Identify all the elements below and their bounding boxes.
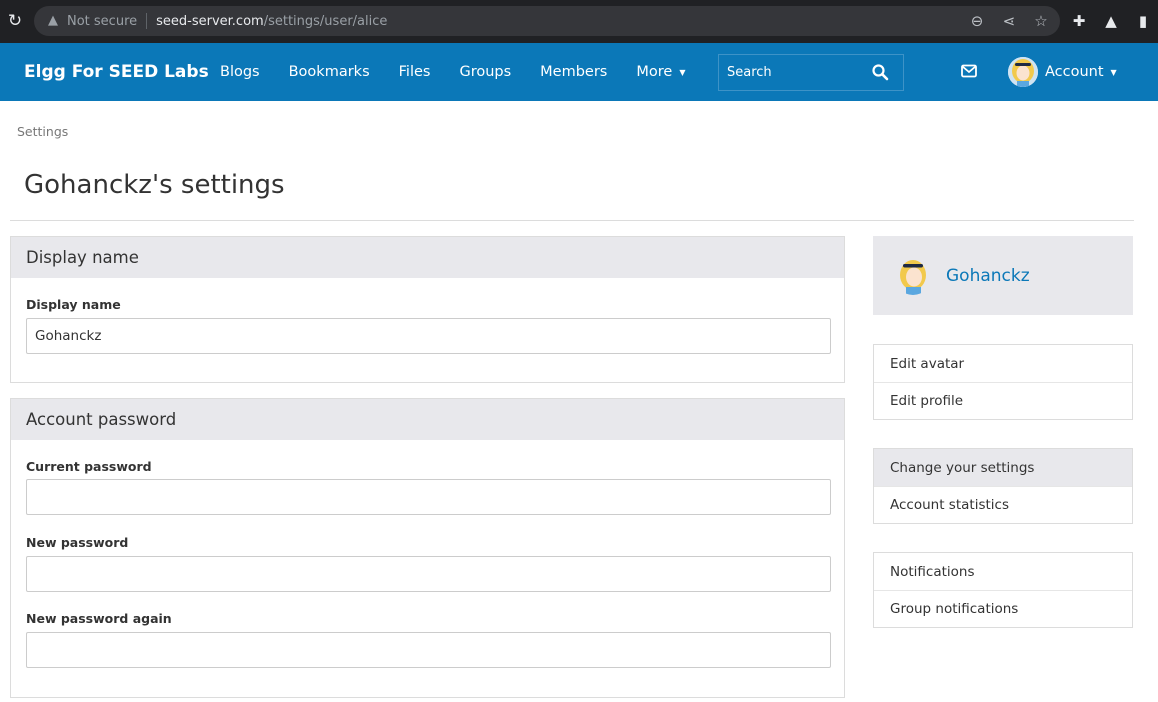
account-password-module: Account password Current password New pa…: [10, 398, 845, 698]
search-box: [718, 54, 904, 91]
profile-menu: Edit avatar Edit profile: [873, 344, 1133, 420]
site-brand[interactable]: Elgg For SEED Labs: [24, 62, 209, 82]
site-header: Elgg For SEED Labs Blogs Bookmarks Files…: [0, 43, 1158, 101]
chevron-down-icon: ▼: [1110, 67, 1117, 77]
account-label: Account: [1045, 64, 1104, 80]
url-path: /settings/user/alice: [263, 13, 388, 29]
nav-more-label: More: [636, 64, 673, 80]
nav-item-groups[interactable]: Groups: [459, 64, 511, 80]
main-nav: Blogs Bookmarks Files Groups Members Mor…: [220, 43, 714, 101]
avatar[interactable]: [894, 256, 932, 295]
search-input[interactable]: [719, 57, 859, 88]
url-host: seed-server.com: [156, 13, 264, 29]
owner-block: Gohanckz: [873, 236, 1133, 315]
notifications-menu: Notifications Group notifications: [873, 552, 1133, 628]
nav-item-bookmarks[interactable]: Bookmarks: [289, 64, 370, 80]
new-password-again-label: New password again: [26, 611, 172, 626]
display-name-module-title: Display name: [11, 237, 844, 278]
menu-item-group-notifications[interactable]: Group notifications: [874, 590, 1132, 627]
account-menu[interactable]: Account ▼: [1008, 57, 1117, 87]
new-password-again-input[interactable]: [26, 632, 831, 668]
menu-item-notifications[interactable]: Notifications: [874, 553, 1132, 590]
new-password-input[interactable]: [26, 556, 831, 592]
address-bar[interactable]: ▲ Not secure seed-server.com/settings/us…: [34, 6, 1060, 36]
menu-item-change-settings[interactable]: Change your settings: [874, 449, 1132, 486]
envelope-icon[interactable]: [961, 64, 977, 78]
current-password-input[interactable]: [26, 479, 831, 515]
nav-item-files[interactable]: Files: [399, 64, 431, 80]
bookmark-star-icon[interactable]: ☆: [1032, 12, 1050, 30]
address-divider: [146, 13, 148, 29]
share-icon[interactable]: ⋖: [1000, 12, 1018, 30]
account-password-module-title: Account password: [11, 399, 844, 440]
warning-icon: ▲: [48, 13, 58, 28]
menu-item-edit-avatar[interactable]: Edit avatar: [874, 345, 1132, 382]
page-title: Gohanckz's settings: [24, 170, 285, 200]
extensions-icon[interactable]: ✚: [1070, 12, 1088, 30]
sidebar-icon[interactable]: ▮: [1134, 12, 1152, 30]
menu-item-edit-profile[interactable]: Edit profile: [874, 382, 1132, 419]
avatar: [1008, 57, 1038, 87]
search-icon[interactable]: [871, 63, 889, 81]
display-name-label: Display name: [26, 297, 121, 312]
nav-item-members[interactable]: Members: [540, 64, 607, 80]
display-name-input[interactable]: [26, 318, 831, 354]
browser-toolbar: ↻ ▲ Not secure seed-server.com/settings/…: [0, 0, 1158, 43]
security-label: Not secure: [67, 13, 138, 29]
menu-item-account-statistics[interactable]: Account statistics: [874, 486, 1132, 523]
zoom-icon[interactable]: ⊖: [968, 12, 986, 30]
nav-item-more[interactable]: More ▼: [636, 64, 685, 80]
labs-flask-icon[interactable]: ▲: [1102, 12, 1120, 30]
new-password-label: New password: [26, 535, 129, 550]
settings-menu: Change your settings Account statistics: [873, 448, 1133, 524]
chevron-down-icon: ▼: [679, 67, 686, 77]
title-divider: [10, 220, 1134, 221]
nav-item-blogs[interactable]: Blogs: [220, 64, 260, 80]
current-password-label: Current password: [26, 459, 152, 474]
reload-icon[interactable]: ↻: [6, 12, 24, 30]
display-name-module: Display name Display name: [10, 236, 845, 383]
breadcrumb[interactable]: Settings: [17, 124, 68, 139]
owner-name-link[interactable]: Gohanckz: [946, 266, 1030, 286]
